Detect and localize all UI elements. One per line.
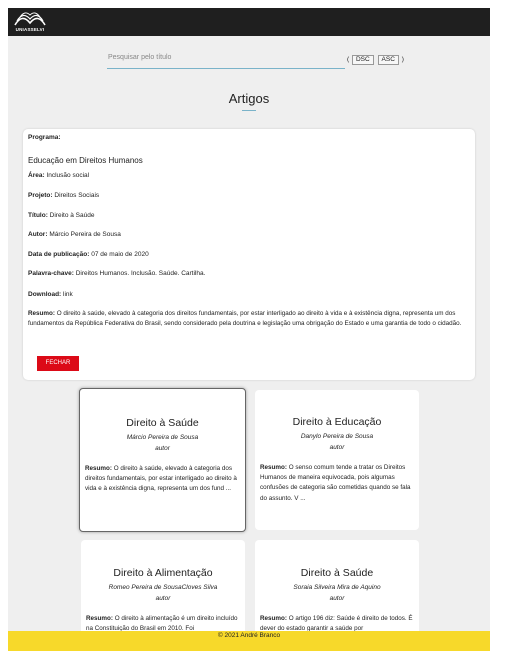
card-title: Direito à Alimentação <box>113 567 213 579</box>
detail-projeto: Projeto: Direitos Sociais <box>28 192 100 199</box>
card-author: Márcio Pereira de Sousa <box>126 434 199 441</box>
detail-data-publicacao: Data de publicação: 07 de maio de 2020 <box>28 251 149 258</box>
card-role: autor <box>329 595 345 602</box>
card-author: Soraia Silveira Mira de Aquino <box>293 584 381 591</box>
card-title: Direito à Saúde <box>126 417 199 429</box>
title-underline <box>242 110 256 111</box>
article-detail-panel: Programa: Educação em Direitos Humanos Á… <box>23 129 475 380</box>
card-author: Romeo Pereira de SousaCloves Silva <box>108 584 218 591</box>
sort-close-paren: ) <box>401 56 404 63</box>
sort-open-paren: ( <box>347 56 350 63</box>
sort-controls: ( DSC ASC ) <box>347 55 404 65</box>
detail-resumo: Resumo: O direito à saúde, elevado à cat… <box>28 310 462 328</box>
card-role: autor <box>155 445 170 452</box>
detail-autor: Autor: Márcio Pereira de Sousa <box>28 231 121 238</box>
detail-titulo: Título: Direito à Saúde <box>28 212 95 219</box>
card-title: Direito à Saúde <box>300 567 374 579</box>
card-title: Direito à Educação <box>292 416 382 428</box>
brand-logo-text: UNIASSELVI <box>15 27 45 32</box>
app-frame: UNIASSELVI Pesquisar pelo título ( DSC A… <box>8 8 490 651</box>
detail-palavra-chave: Palavra-chave: Direitos Humanos. Inclusã… <box>28 270 206 277</box>
detail-area: Área: Inclusão social <box>28 172 90 179</box>
footer: © 2021 André Branco <box>8 631 490 651</box>
search-input[interactable]: Pesquisar pelo título <box>107 53 345 69</box>
detail-programa-value: Educação em Direitos Humanos <box>28 156 143 165</box>
top-navbar: UNIASSELVI <box>8 8 490 36</box>
page-title: Artigos <box>228 91 270 106</box>
detail-download: Download: link <box>28 291 73 298</box>
footer-copyright: © 2021 André Branco <box>217 632 281 639</box>
close-button[interactable]: FECHAR <box>37 356 79 371</box>
article-card[interactable]: Direito à Saúde Márcio Pereira de Sousa … <box>79 388 246 532</box>
detail-programa-label: Programa: <box>28 134 61 141</box>
sort-asc-button[interactable]: ASC <box>377 55 399 65</box>
brand-logo[interactable]: UNIASSELVI <box>13 12 47 34</box>
sort-desc-button[interactable]: DSC <box>351 55 374 65</box>
card-resumo: Resumo: O direito à saúde, elevado à cat… <box>85 465 237 493</box>
download-link[interactable]: link <box>63 291 73 298</box>
article-card[interactable]: Direito à Educação Danylo Pereira de Sou… <box>255 390 419 530</box>
card-resumo: Resumo: O senso comum tende a tratar os … <box>260 464 411 502</box>
wave-book-logo-icon <box>14 12 46 26</box>
card-author: Danylo Pereira de Sousa <box>300 433 374 440</box>
card-role: autor <box>155 595 171 602</box>
card-role: autor <box>329 444 345 451</box>
